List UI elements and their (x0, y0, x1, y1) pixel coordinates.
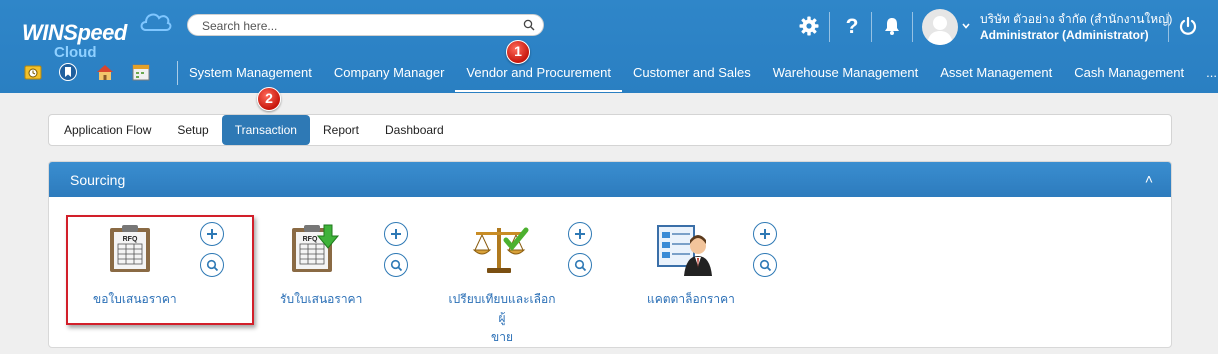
power-icon[interactable] (1176, 14, 1200, 38)
menu-company-manager[interactable]: Company Manager (323, 56, 456, 90)
chevron-down-icon[interactable] (962, 23, 970, 29)
calendar-icon[interactable] (132, 63, 150, 81)
menu-system-management[interactable]: System Management (178, 56, 323, 90)
step-badge-2: 2 (257, 87, 281, 111)
add-button[interactable] (384, 222, 408, 246)
svg-text:RFQ: RFQ (303, 236, 318, 243)
plus-icon (575, 229, 585, 239)
menu-customer-and-sales[interactable]: Customer and Sales (622, 56, 762, 90)
user-info[interactable]: บริษัท ตัวอย่าง จำกัด (สำนักงานใหญ่) Adm… (980, 11, 1172, 43)
search-input[interactable] (200, 17, 514, 35)
scale-check-icon[interactable] (470, 222, 530, 276)
search-icon[interactable] (523, 19, 535, 31)
search-icon (390, 259, 402, 271)
tab-report[interactable]: Report (310, 115, 372, 145)
item-label[interactable]: แคตตาล็อกราคา (647, 290, 735, 309)
rfq-receive-icon[interactable]: RFQ (290, 222, 340, 274)
bell-icon[interactable] (880, 14, 904, 38)
search-button[interactable] (384, 253, 408, 277)
step-badge-1: 1 (506, 40, 530, 64)
plus-icon (760, 229, 770, 239)
plus-icon (391, 229, 401, 239)
bookmark-icon[interactable] (59, 63, 77, 81)
search-icon (759, 259, 771, 271)
menu-asset-management[interactable]: Asset Management (929, 56, 1063, 90)
svg-text:?: ? (846, 15, 859, 37)
highlight-box (66, 215, 254, 325)
divider (1168, 12, 1169, 42)
search-button[interactable] (753, 253, 777, 277)
menu-cash-management[interactable]: Cash Management (1063, 56, 1195, 90)
avatar[interactable] (922, 9, 958, 45)
logo-brand: WINSpeed (22, 20, 127, 45)
item-label[interactable]: รับใบเสนอราคา (280, 290, 362, 309)
divider (829, 12, 830, 42)
tab-application-flow[interactable]: Application Flow (51, 115, 164, 145)
price-catalog-icon[interactable] (656, 220, 712, 276)
module-tabs: Application Flow Setup Transaction Repor… (48, 114, 1172, 146)
search-button[interactable] (568, 253, 592, 277)
search-icon (574, 259, 586, 271)
panel-header[interactable]: Sourcing ˄ (49, 162, 1171, 197)
add-button[interactable] (568, 222, 592, 246)
main-menu: System Management Company Manager Vendor… (178, 56, 1218, 92)
tab-transaction[interactable]: Transaction (221, 115, 310, 145)
company-name: บริษัท ตัวอย่าง จำกัด (สำนักงานใหญ่) (980, 12, 1173, 26)
search-box[interactable] (187, 14, 544, 36)
item-label[interactable]: เปรียบเทียบและเลือกผู้ ขาย (447, 290, 557, 347)
menu-vendor-and-procurement[interactable]: Vendor and Procurement (455, 56, 622, 92)
panel-title: Sourcing (70, 172, 126, 188)
divider (871, 12, 872, 42)
menu-more[interactable]: ... (1195, 56, 1218, 90)
folder-clock-icon[interactable] (24, 63, 42, 81)
tab-setup[interactable]: Setup (164, 115, 221, 145)
tab-dashboard[interactable]: Dashboard (372, 115, 457, 145)
help-icon[interactable]: ? (840, 14, 864, 38)
logo-sub: Cloud (54, 44, 97, 61)
home-icon[interactable] (96, 63, 114, 81)
app-logo[interactable]: WINSpeed Cloud (20, 12, 172, 64)
gear-icon[interactable] (797, 14, 821, 38)
collapse-icon[interactable]: ˄ (1145, 171, 1153, 187)
menu-warehouse-management[interactable]: Warehouse Management (762, 56, 930, 90)
user-role: Administrator (Administrator) (980, 28, 1149, 42)
cloud-icon (140, 13, 172, 31)
add-button[interactable] (753, 222, 777, 246)
divider (912, 12, 913, 42)
top-bar: WINSpeed Cloud Search here... ? บริษัท ต… (0, 0, 1218, 93)
